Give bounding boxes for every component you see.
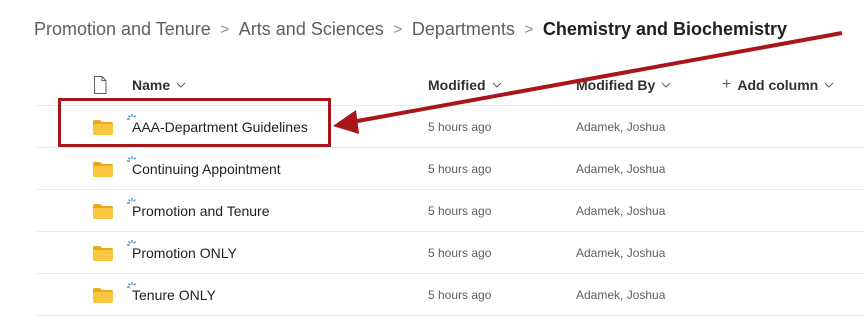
breadcrumb-separator: > xyxy=(220,20,230,38)
item-name-link[interactable]: Promotion ONLY xyxy=(132,232,237,274)
item-modified: 5 hours ago xyxy=(428,204,492,218)
chevron-down-icon xyxy=(492,82,501,88)
add-column-button[interactable]: + Add column xyxy=(722,64,835,106)
item-modified-by: Adamek, Joshua xyxy=(576,162,666,176)
item-modified: 5 hours ago xyxy=(428,162,492,176)
add-column-label: Add column xyxy=(737,77,819,93)
folder-icon xyxy=(93,246,113,261)
document-icon[interactable] xyxy=(93,76,107,94)
list-header: Name Modified Modified By + Add column xyxy=(34,64,864,106)
breadcrumb-item-departments[interactable]: Departments xyxy=(412,19,515,40)
chevron-down-icon xyxy=(661,82,671,88)
list-row[interactable]: Continuing Appointment 5 hours ago Adame… xyxy=(34,148,864,190)
column-header-modified-label: Modified xyxy=(428,77,486,93)
list-row[interactable]: Tenure ONLY 5 hours ago Adamek, Joshua xyxy=(34,274,864,316)
breadcrumb-separator: > xyxy=(393,20,403,38)
item-name-link[interactable]: Tenure ONLY xyxy=(132,274,216,316)
list-row[interactable]: Promotion ONLY 5 hours ago Adamek, Joshu… xyxy=(34,232,864,274)
folder-icon xyxy=(93,120,113,135)
chevron-down-icon xyxy=(824,82,834,88)
item-modified-by: Adamek, Joshua xyxy=(576,120,666,134)
item-name-link[interactable]: AAA-Department Guidelines xyxy=(132,106,308,148)
list-row[interactable]: Promotion and Tenure 5 hours ago Adamek,… xyxy=(34,190,864,232)
breadcrumb-separator: > xyxy=(524,20,534,38)
item-modified-by: Adamek, Joshua xyxy=(576,246,666,260)
item-modified-by: Adamek, Joshua xyxy=(576,288,666,302)
column-header-modified-by-label: Modified By xyxy=(576,77,656,93)
item-modified-by: Adamek, Joshua xyxy=(576,204,666,218)
item-modified: 5 hours ago xyxy=(428,246,492,260)
breadcrumb-item-arts-and-sciences[interactable]: Arts and Sciences xyxy=(239,19,384,40)
list-row[interactable]: AAA-Department Guidelines 5 hours ago Ad… xyxy=(34,106,864,148)
item-modified: 5 hours ago xyxy=(428,120,492,134)
plus-icon: + xyxy=(722,76,732,93)
column-header-name[interactable]: Name xyxy=(132,64,187,106)
column-header-modified-by[interactable]: Modified By xyxy=(576,64,672,106)
breadcrumb-current: Chemistry and Biochemistry xyxy=(542,18,787,39)
column-header-modified[interactable]: Modified xyxy=(428,64,503,106)
breadcrumb-item-promotion-and-tenure[interactable]: Promotion and Tenure xyxy=(34,19,211,40)
folder-icon xyxy=(93,204,113,219)
item-modified: 5 hours ago xyxy=(428,288,492,302)
column-header-name-label: Name xyxy=(132,77,171,93)
folder-icon xyxy=(93,288,113,303)
chevron-down-icon xyxy=(176,82,186,88)
folder-icon xyxy=(93,162,113,177)
breadcrumb: Promotion and Tenure > Arts and Sciences… xyxy=(34,17,787,41)
item-name-link[interactable]: Promotion and Tenure xyxy=(132,190,270,232)
item-name-link[interactable]: Continuing Appointment xyxy=(132,148,281,190)
